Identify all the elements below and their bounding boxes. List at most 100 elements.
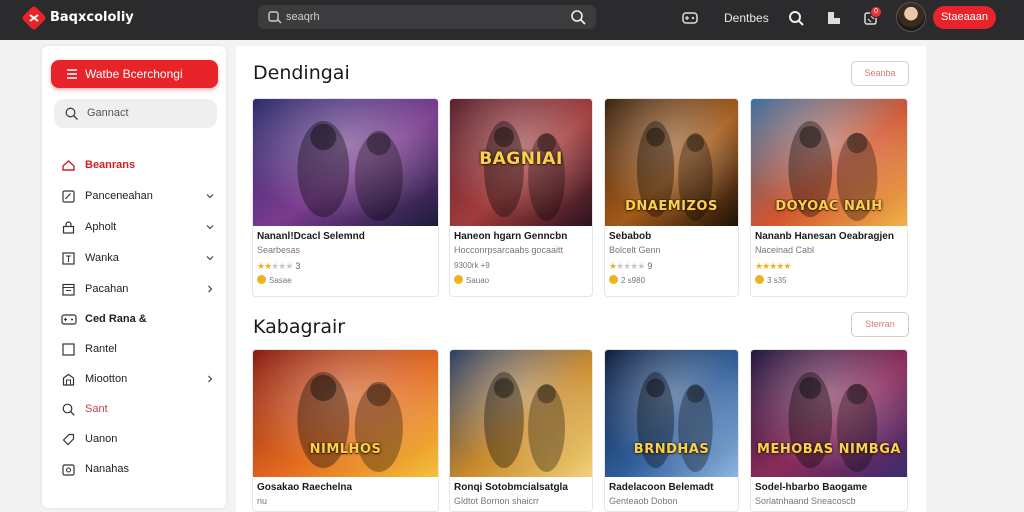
star-rating: ★★★★★ 9 xyxy=(609,261,652,272)
bag-icon xyxy=(62,373,75,386)
star-icon: ★ xyxy=(783,261,791,271)
search-icon[interactable] xyxy=(570,9,586,25)
rating-count: 3 xyxy=(295,261,301,271)
coin-icon xyxy=(755,275,764,284)
game-meta: 3 s35 xyxy=(755,275,787,285)
lock-icon xyxy=(62,221,75,234)
game-meta: Sasae xyxy=(257,275,292,285)
sidebar-item-label: Wanka xyxy=(85,252,119,264)
game-card[interactable]: MEHOBAS NIMBGA Sodel-hbarbo Baogame Sorlat… xyxy=(750,349,908,512)
camera-icon xyxy=(62,464,75,476)
top-action-button[interactable]: Staeaaan xyxy=(933,6,996,29)
star-icon: ★ xyxy=(637,261,645,271)
sidebar-primary-button[interactable]: Watbe Bcerchongi xyxy=(51,60,218,88)
app-name[interactable]: Baqxcololiy xyxy=(50,10,134,25)
gamepad-icon[interactable] xyxy=(681,9,699,27)
game-cover-art[interactable] xyxy=(751,350,907,477)
sidebar-item-10[interactable]: Nanahas xyxy=(62,460,217,480)
game-title: Nananb Hanesan Oeabragjen xyxy=(755,231,894,242)
game-cover-title: BRNDHAS xyxy=(633,442,710,457)
sidebar-item-home[interactable]: Beanrans xyxy=(62,156,217,176)
game-cover-title: NIMLHOS xyxy=(309,442,382,457)
sidebar-search-placeholder: Gannact xyxy=(87,107,129,119)
chevron-down-icon xyxy=(206,225,214,230)
nav-link[interactable]: Dentbes xyxy=(724,11,769,25)
game-subtitle: Bolcelt Genn xyxy=(609,245,661,255)
game-cover-art[interactable] xyxy=(253,350,438,477)
search-placeholder: seaqrh xyxy=(286,11,320,23)
chevron-right-icon xyxy=(208,285,213,293)
game-card[interactable]: Ronqi Sotobmcialsatgla Gldtot Bornon shai… xyxy=(449,349,593,512)
sidebar-primary-label: Watbe Bcerchongi xyxy=(85,67,183,81)
game-card[interactable]: BRNDHAS Radelacoon Belemadt Genteaob Dobon… xyxy=(604,349,739,512)
doc-icon xyxy=(62,252,75,265)
game-meta: 2 s980 xyxy=(609,275,645,285)
scrollbar[interactable] xyxy=(1016,46,1024,512)
calendar-icon xyxy=(62,283,75,296)
coin-icon xyxy=(257,275,266,284)
sidebar-item-label: Beanrans xyxy=(85,159,136,171)
game-cover-art[interactable] xyxy=(253,99,438,226)
sidebar-item-1[interactable]: Panceneahan xyxy=(62,187,217,207)
square-icon xyxy=(62,343,75,356)
game-cover-title: DNAEMIZOS xyxy=(625,199,718,214)
game-meta-secondary: Sauao xyxy=(454,275,489,285)
game-meta-text: 3 s35 xyxy=(767,276,787,285)
logo-icon[interactable] xyxy=(22,6,46,30)
search-bar[interactable]: seaqrh xyxy=(258,5,596,29)
main-content: Dendingai Seanba Kabagrair Sterran Nanan… xyxy=(236,46,926,512)
sidebar-item-label: Panceneahan xyxy=(85,190,153,202)
sidebar-item-4[interactable]: Pacahan xyxy=(62,280,217,300)
sidebar-item-3[interactable]: Wanka xyxy=(62,249,217,269)
chevron-right-icon xyxy=(208,375,213,383)
game-card[interactable]: DOYOAC NAIH Nananb Hanesan Oeabragjen Nace… xyxy=(750,98,908,297)
sidebar-item-label: Nanahas xyxy=(85,463,130,475)
game-card[interactable]: NIMLHOSGosakao Raechelnanu★★★★★ xyxy=(252,349,439,512)
game-title: Haneon hgarn Genncbn xyxy=(454,231,568,242)
game-title: Gosakao Raechelna xyxy=(257,482,353,493)
sidebar-item-7[interactable]: Miootton xyxy=(62,370,217,390)
sidebar-search-input[interactable]: Gannact xyxy=(54,99,217,128)
game-subtitle: Gldtot Bornon shaicrr xyxy=(454,496,540,506)
game-cover-art[interactable] xyxy=(605,350,738,477)
sidebar-item-2[interactable]: Apholt xyxy=(62,218,217,238)
game-cover-title: BAGNIAI xyxy=(479,149,563,169)
game-subtitle: Genteaob Dobon xyxy=(609,496,678,506)
game-meta-text: Sasae xyxy=(269,276,292,285)
game-cover-title: DOYOAC NAIH xyxy=(775,199,883,214)
search-icon[interactable] xyxy=(787,9,805,27)
game-subtitle: Naceinad Cabl xyxy=(755,245,815,255)
search-icon xyxy=(268,11,282,24)
game-cover-title: MEHOBAS NIMBGA xyxy=(757,442,901,457)
game-card[interactable]: BAGNIAI Haneon hgarn Genncbn Hocconrpsarca… xyxy=(449,98,593,297)
game-card[interactable]: Nananl!Dcacl Selemnd Searbesas ★★★★★ 3 Sasae xyxy=(252,98,439,297)
star-rating: ★★★★★ 3 xyxy=(257,261,300,272)
game-meta-text: 2 s980 xyxy=(621,276,646,285)
sidebar-item-6[interactable]: Rantel xyxy=(62,340,217,360)
game-cover-art[interactable] xyxy=(450,350,592,477)
game-subtitle: nu xyxy=(257,496,268,506)
sidebar-item-8[interactable]: Sant xyxy=(62,400,217,420)
game-title: Nananl!Dcacl Selemnd xyxy=(257,231,365,242)
sidebar-item-label: Sant xyxy=(85,403,108,415)
sidebar-item-label: Uanon xyxy=(85,433,118,445)
sidebar-item-9[interactable]: Uanon xyxy=(62,430,217,450)
home-icon xyxy=(62,160,75,171)
grid-icon[interactable] xyxy=(825,9,843,27)
search-icon xyxy=(62,403,75,416)
avatar[interactable] xyxy=(896,2,926,32)
section-title: Dendingai xyxy=(253,62,350,84)
game-subtitle: Sorlatnhaand Sneacoscb xyxy=(755,496,856,506)
game-meta-text: 9300rk +9 xyxy=(454,261,490,270)
tag-icon xyxy=(62,433,75,446)
sidebar-item-5[interactable]: Ced Rana & xyxy=(61,310,217,330)
section-more-button[interactable]: Sterran xyxy=(851,312,909,337)
section-more-button[interactable]: Seanba xyxy=(851,61,909,86)
game-title: Ronqi Sotobmcialsatgla xyxy=(454,482,568,493)
game-card[interactable]: DNAEMIZOS Sebabob Bolcelt Genn ★★★★★ 9 2 s980 xyxy=(604,98,739,297)
coin-icon xyxy=(609,275,618,284)
sidebar-item-label: Ced Rana & xyxy=(85,313,147,325)
rating-count: 9 xyxy=(647,261,653,271)
search-icon xyxy=(65,107,78,120)
game-title: Sodel-hbarbo Baogame xyxy=(755,482,868,493)
